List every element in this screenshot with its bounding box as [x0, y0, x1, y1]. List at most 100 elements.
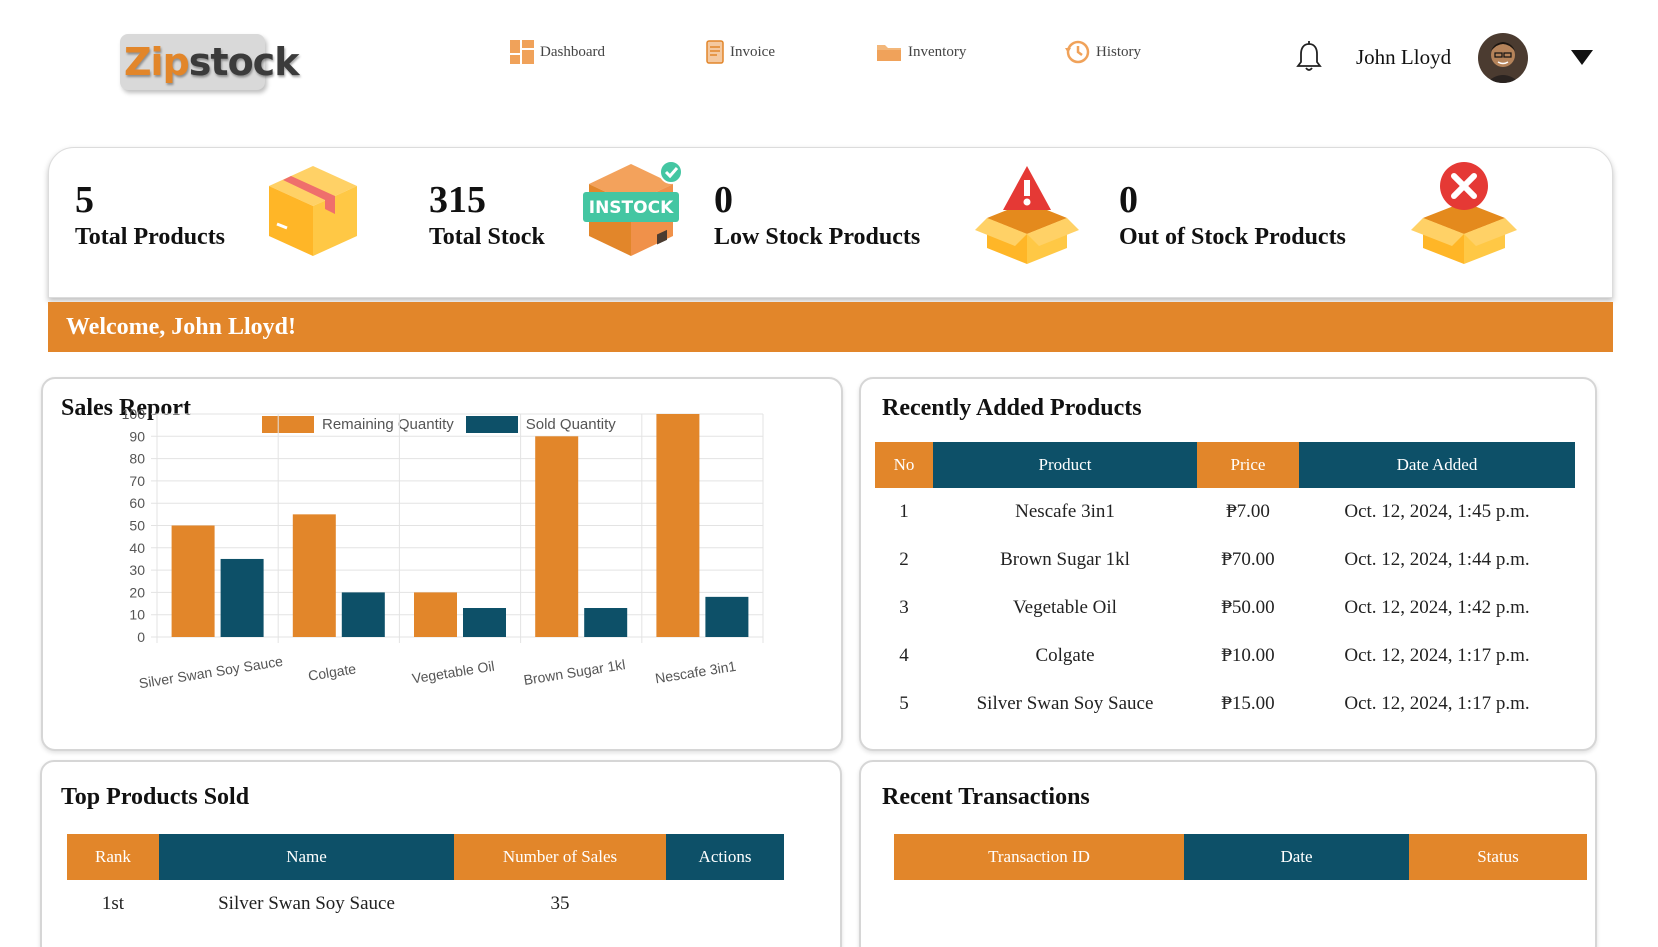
column-header: No: [875, 442, 933, 488]
table-header-row: No Product Price Date Added: [875, 442, 1575, 488]
table-cell: ₱50.00: [1221, 597, 1275, 618]
table-row[interactable]: 4 Colgate ₱10.00 Oct. 12, 2024, 1:17 p.m.: [875, 632, 1575, 680]
top-products-table: Rank Name Number of Sales Actions 1st Sil…: [67, 834, 784, 928]
recent-transactions-panel: Recent Transactions Transaction ID Date …: [859, 760, 1597, 947]
box-icon: [269, 166, 357, 256]
table-row[interactable]: 1 Nescafe 3in1 ₱7.00 Oct. 12, 2024, 1:45 p.…: [875, 488, 1575, 536]
table-cell: Colgate: [1035, 645, 1095, 666]
table-cell: Silver Swan Soy Sauce: [976, 693, 1154, 714]
welcome-banner: Welcome, John Lloyd!: [48, 302, 1613, 352]
history-icon: [1065, 40, 1090, 64]
x-tick-label: Silver Swan Soy Sauce: [138, 653, 284, 692]
stat-label: Total Products: [75, 224, 226, 250]
bar-sold: [341, 592, 385, 637]
table-cell: Nescafe 3in1: [1015, 501, 1115, 522]
table-cell: 1st: [101, 893, 125, 914]
bell-icon[interactable]: [1296, 41, 1322, 73]
nav-inventory[interactable]: Inventory: [876, 38, 966, 66]
column-header: Rank: [67, 834, 159, 880]
top-navbar: Zip stock Dashboard Invoice Inventory His…: [0, 0, 1658, 120]
column-header: Price: [1197, 442, 1299, 488]
app-logo[interactable]: Zip stock: [120, 34, 299, 90]
y-tick-label: 10: [129, 607, 145, 623]
stat-label: Total Stock: [429, 224, 545, 250]
table-cell: ₱15.00: [1221, 693, 1275, 714]
stat-value: 0: [1119, 179, 1138, 221]
bar-remaining: [535, 436, 579, 637]
invoice-icon: [706, 40, 724, 64]
panel-title: Top Products Sold: [61, 784, 250, 810]
table-cell: Oct. 12, 2024, 1:45 p.m.: [1344, 501, 1530, 522]
table-row[interactable]: 2 Brown Sugar 1kl ₱70.00 Oct. 12, 2024, 1:4…: [875, 536, 1575, 584]
top-products-panel: Top Products Sold Rank Name Number of Sa…: [40, 760, 842, 947]
bar-remaining: [656, 414, 700, 637]
sales-report-panel: Sales Report Remaining Quantity Sold Qua…: [41, 377, 843, 751]
folder-icon: [877, 45, 901, 61]
y-tick-label: 20: [129, 584, 145, 600]
out-of-stock-box-icon: [1411, 162, 1517, 264]
y-tick-label: 100: [122, 406, 146, 422]
logo-text-zip: Zip: [124, 40, 190, 84]
stat-total-stock: 315 Total Stock: [429, 178, 545, 252]
dashboard-icon: [510, 40, 534, 64]
nav-history-label: History: [1096, 43, 1141, 60]
nav-inventory-label: Inventory: [908, 43, 967, 60]
table-cell: ₱7.00: [1226, 501, 1270, 522]
x-tick-label: Colgate: [307, 660, 357, 683]
table-header-row: Transaction ID Date Status: [894, 834, 1587, 880]
welcome-text: Welcome, John Lloyd!: [66, 314, 297, 340]
warning-box-icon: [975, 166, 1079, 264]
y-tick-label: 60: [129, 495, 145, 511]
table-row[interactable]: 3 Vegetable Oil ₱50.00 Oct. 12, 2024, 1:42 …: [875, 584, 1575, 632]
in-stock-icon: INSTOCK: [583, 160, 683, 256]
table-cell: ₱10.00: [1221, 645, 1275, 666]
y-tick-label: 50: [129, 518, 145, 534]
bar-sold: [705, 596, 749, 637]
bar-sold: [584, 608, 628, 637]
stat-value: 315: [429, 179, 486, 221]
column-header: Actions: [666, 834, 784, 880]
avatar[interactable]: [1478, 33, 1528, 83]
y-tick-label: 90: [129, 428, 145, 444]
table-cell: Oct. 12, 2024, 1:44 p.m.: [1344, 549, 1530, 570]
bar-sold: [220, 558, 264, 637]
y-tick-label: 70: [129, 473, 145, 489]
table-cell: 35: [550, 893, 570, 914]
nav-dashboard[interactable]: Dashboard: [510, 38, 605, 66]
x-tick-label: Brown Sugar 1kl: [522, 656, 626, 688]
caret-down-icon[interactable]: [1571, 50, 1593, 66]
table-cell: ₱70.00: [1221, 549, 1275, 570]
table-cell: 2: [899, 549, 909, 570]
recent-transactions-table: Transaction ID Date Status: [894, 834, 1587, 880]
column-header: Name: [159, 834, 454, 880]
y-tick-label: 40: [129, 540, 145, 556]
x-tick-label: Nescafe 3in1: [654, 658, 737, 687]
table-row[interactable]: 1st Silver Swan Soy Sauce 35: [67, 880, 784, 928]
bar-remaining: [414, 592, 457, 637]
in-stock-badge-text: INSTOCK: [589, 198, 674, 218]
bar-sold: [463, 608, 506, 637]
panel-title: Recent Transactions: [882, 784, 1090, 810]
column-header: Date Added: [1299, 442, 1575, 488]
stat-label: Low Stock Products: [714, 224, 921, 250]
stat-low-stock: 0 Low Stock Products: [714, 178, 920, 252]
stat-value: 5: [75, 179, 94, 221]
column-header: Status: [1409, 834, 1587, 880]
column-header: Number of Sales: [454, 834, 666, 880]
nav-invoice[interactable]: Invoice: [706, 38, 775, 66]
bar-remaining: [292, 514, 336, 637]
sales-bar-chart: 0 10 20 30 40 50 60 70 80 90 100 Silver Swan Soy Sa…: [122, 406, 764, 692]
x-tick-label: Vegetable Oil: [411, 658, 496, 687]
nav-history[interactable]: History: [1064, 38, 1141, 66]
recent-products-table: No Product Price Date Added 1 Nescafe 3in…: [875, 442, 1575, 728]
column-header: Transaction ID: [894, 834, 1184, 880]
table-cell: 5: [899, 693, 909, 714]
bar-remaining: [171, 525, 215, 637]
table-cell: Oct. 12, 2024, 1:17 p.m.: [1344, 645, 1530, 666]
table-row[interactable]: 5 Silver Swan Soy Sauce ₱15.00 Oct. 12, 202…: [875, 680, 1575, 728]
stat-value: 0: [714, 179, 733, 221]
table-header-row: Rank Name Number of Sales Actions: [67, 834, 784, 880]
nav-invoice-label: Invoice: [730, 43, 775, 60]
user-name[interactable]: John Lloyd: [1356, 45, 1451, 70]
table-cell: Vegetable Oil: [1013, 597, 1117, 618]
